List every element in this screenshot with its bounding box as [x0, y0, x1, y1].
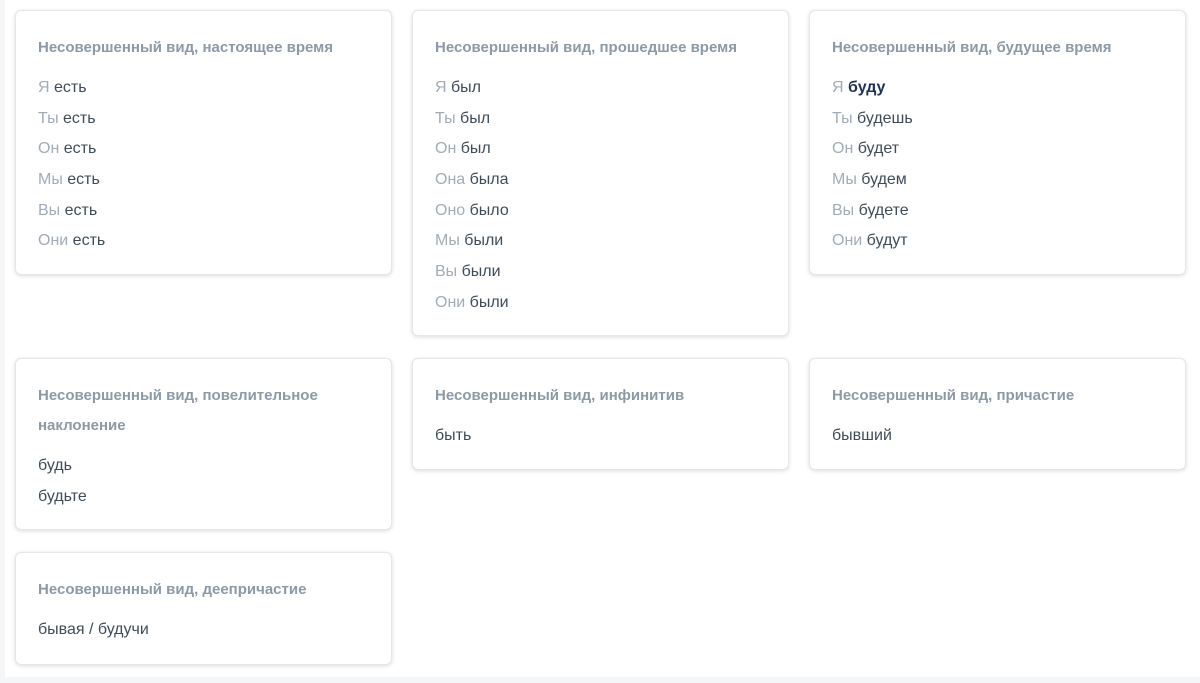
- verb-form: быть: [435, 427, 472, 444]
- verb-form: есть: [64, 201, 98, 219]
- pronoun: Я: [832, 79, 844, 96]
- verb-form: были: [461, 263, 501, 281]
- conjugation-list: Я есть Ты есть Он есть Мы есть Вы есть О…: [38, 73, 369, 257]
- conjugation-row: Мы будем: [832, 165, 1163, 196]
- conjugation-list: Я буду Ты будешь Он будет Мы будем Вы бу…: [832, 73, 1163, 257]
- card-title: Несовершенный вид, повелительное наклоне…: [38, 381, 369, 441]
- verb-form: бывая / будучи: [38, 621, 149, 638]
- verb-form: были: [464, 232, 504, 250]
- pronoun: Он: [435, 140, 457, 158]
- conjugation-row: Они были: [435, 288, 766, 319]
- verb-form: есть: [54, 79, 87, 96]
- verb-form: есть: [63, 109, 96, 127]
- verb-form: будешь: [857, 109, 913, 127]
- pronoun: Я: [38, 79, 50, 96]
- card-past-tense: Несовершенный вид, прошедшее время Я был…: [412, 10, 789, 336]
- conjugation-row: Она была: [435, 165, 766, 196]
- card-title: Несовершенный вид, инфинитив: [435, 387, 685, 404]
- conjugation-row: Вы будете: [832, 196, 1163, 227]
- conjugation-row: Вы были: [435, 257, 766, 288]
- conjugation-row: Он будет: [832, 134, 1163, 165]
- verb-form: были: [469, 293, 509, 311]
- pronoun: Они: [435, 293, 466, 311]
- pronoun: Мы: [435, 232, 460, 250]
- verb-form: был: [460, 140, 491, 158]
- conjugation-row: Ты есть: [38, 104, 369, 135]
- card-title: Несовершенный вид, будущее время: [832, 39, 1112, 56]
- conjugation-row: Ты будешь: [832, 104, 1163, 135]
- conjugation-row: Они будут: [832, 226, 1163, 257]
- pronoun: Вы: [38, 201, 61, 219]
- pronoun: Я: [435, 79, 447, 96]
- verb-form: будь: [38, 457, 72, 474]
- conjugation-row: Он был: [435, 134, 766, 165]
- conjugation-canvas: Несовершенный вид, настоящее время Я ест…: [5, 0, 1200, 677]
- conjugation-row: Ты был: [435, 104, 766, 135]
- card-present-tense: Несовершенный вид, настоящее время Я ест…: [15, 10, 392, 275]
- conjugation-row-highlighted: Я буду: [832, 73, 1163, 104]
- card-title: Несовершенный вид, настоящее время: [38, 39, 333, 56]
- pronoun: Мы: [832, 171, 857, 189]
- pronoun: Ты: [832, 109, 853, 127]
- conjugation-row: Я был: [435, 73, 766, 104]
- pronoun: Мы: [38, 171, 63, 189]
- conjugation-row: Он есть: [38, 134, 369, 165]
- pronoun: Он: [38, 140, 60, 158]
- verb-form-highlighted: буду: [848, 79, 886, 96]
- pronoun: Она: [435, 171, 466, 189]
- card-title: Несовершенный вид, причастие: [832, 387, 1075, 404]
- verb-form: будете: [858, 201, 909, 219]
- verb-form: есть: [72, 232, 106, 250]
- verb-form: была: [469, 171, 509, 189]
- card-title: Несовершенный вид, деепричастие: [38, 581, 307, 598]
- verb-form: было: [469, 201, 509, 219]
- pronoun: Они: [832, 232, 863, 250]
- pronoun: Вы: [832, 201, 855, 219]
- verb-form: будьте: [38, 487, 87, 505]
- verb-form: будем: [861, 171, 907, 189]
- conjugation-row: Я есть: [38, 73, 369, 104]
- pronoun: Ты: [435, 109, 456, 127]
- conjugation-list: Я был Ты был Он был Она была Оно было Мы…: [435, 73, 766, 319]
- form-list: будь будьте: [38, 451, 369, 512]
- verb-form: был: [451, 79, 482, 96]
- conjugation-row: Вы есть: [38, 196, 369, 227]
- verb-form: есть: [67, 171, 100, 189]
- pronoun: Вы: [435, 263, 458, 281]
- card-participle: Несовершенный вид, причастие бывший: [809, 358, 1186, 470]
- conjugation-row: Мы есть: [38, 165, 369, 196]
- conjugation-row: Они есть: [38, 226, 369, 257]
- verb-form: был: [460, 109, 491, 127]
- card-title-line: Несовершенный вид, повелительное: [38, 387, 318, 404]
- card-future-tense: Несовершенный вид, будущее время Я буду …: [809, 10, 1186, 275]
- verb-form: будет: [857, 140, 900, 158]
- pronoun: Ты: [38, 109, 59, 127]
- conjugation-row: Оно было: [435, 196, 766, 227]
- verb-form: есть: [63, 140, 97, 158]
- pronoun: Они: [38, 232, 69, 250]
- verb-form: будут: [866, 232, 908, 250]
- card-gerund: Несовершенный вид, деепричастие бывая / …: [15, 552, 392, 665]
- pronoun: Он: [832, 140, 854, 158]
- conjugation-row: Мы были: [435, 226, 766, 257]
- card-title-line: наклонение: [38, 417, 126, 434]
- card-imperative: Несовершенный вид, повелительное наклоне…: [15, 358, 392, 530]
- pronoun: Оно: [435, 201, 466, 219]
- verb-form: бывший: [832, 427, 892, 444]
- card-infinitive: Несовершенный вид, инфинитив быть: [412, 358, 789, 470]
- card-title: Несовершенный вид, прошедшее время: [435, 39, 737, 56]
